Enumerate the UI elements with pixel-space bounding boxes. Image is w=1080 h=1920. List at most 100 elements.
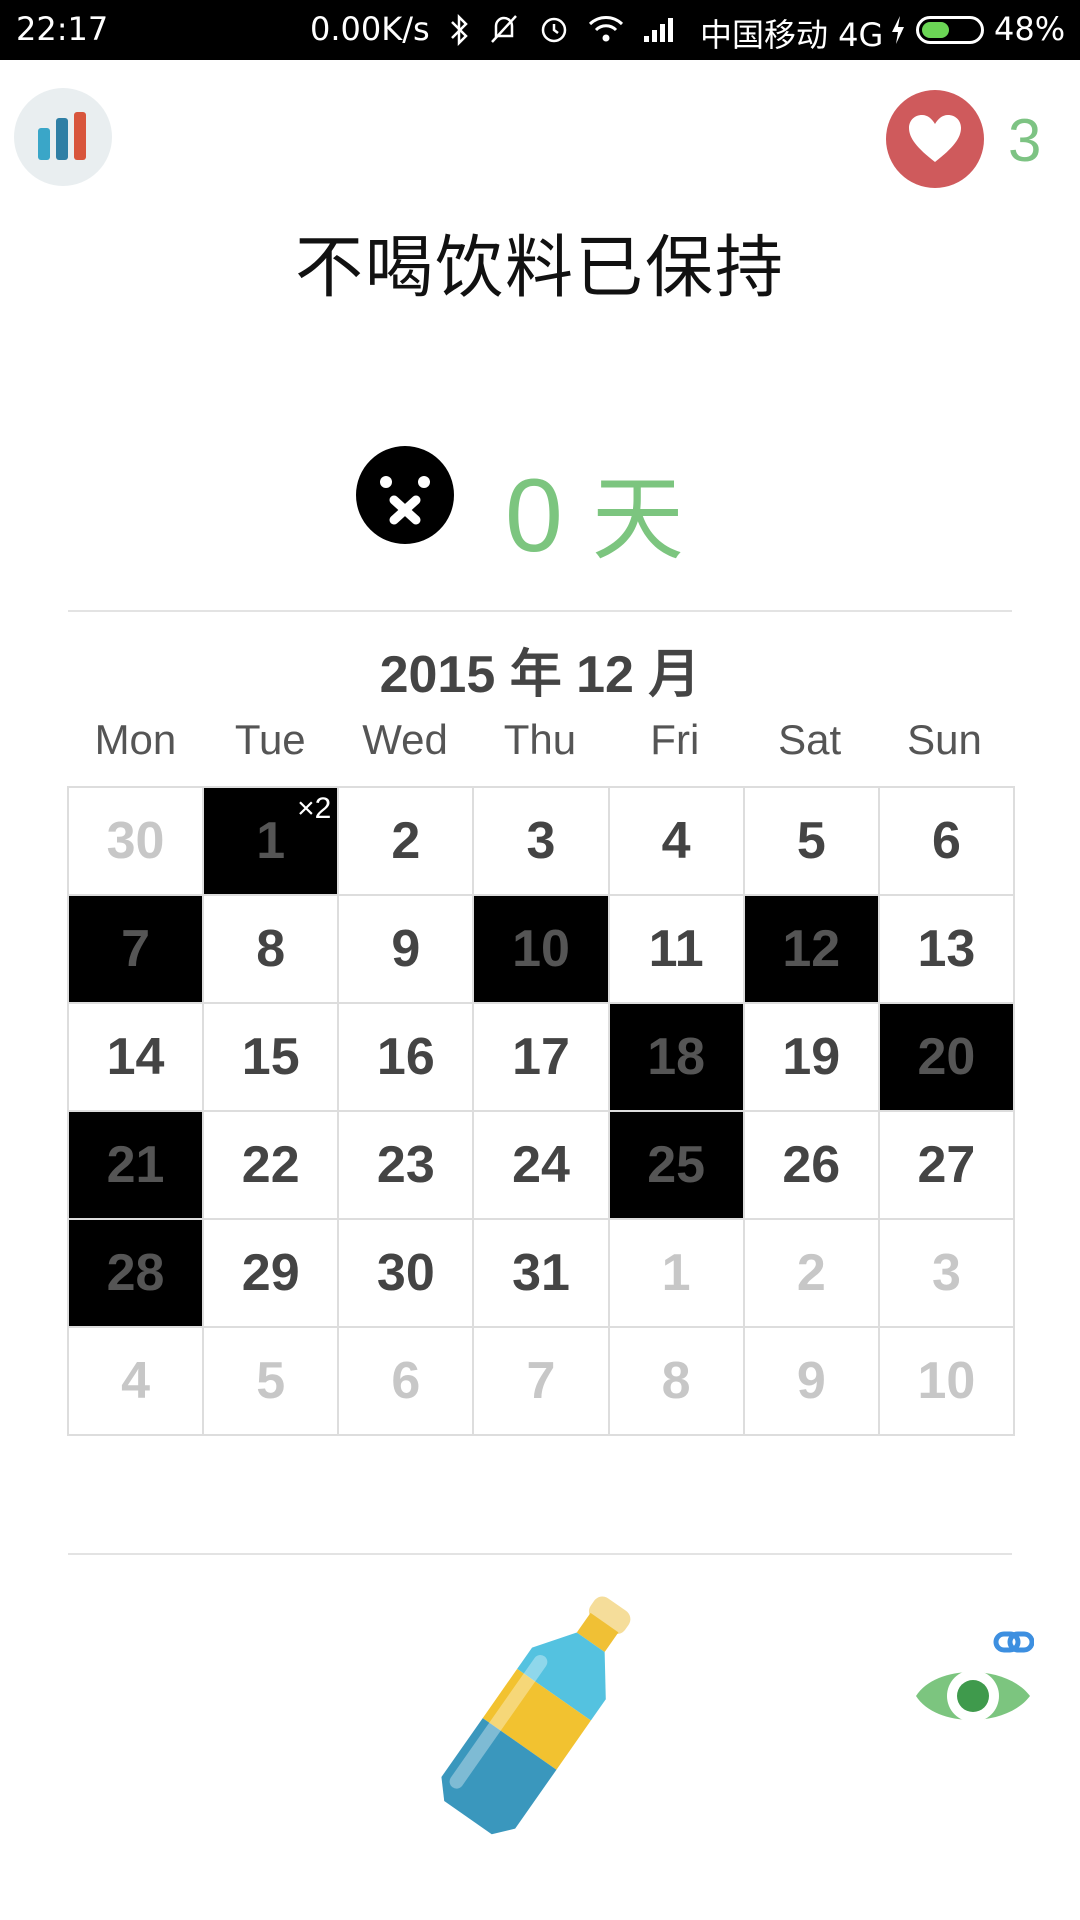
weekday-label: Wed — [362, 716, 448, 763]
weekday-label: Mon — [94, 716, 177, 763]
calendar-day-cell[interactable]: 4 — [69, 1328, 205, 1436]
day-number: 14 — [106, 1028, 165, 1086]
day-number: 4 — [661, 812, 691, 870]
battery-level — [922, 22, 949, 38]
day-number: 1 — [256, 812, 286, 870]
calendar-day-cell[interactable]: 7 — [474, 1328, 610, 1436]
day-number: 22 — [241, 1136, 300, 1194]
calendar-day-cell[interactable]: 13 — [879, 896, 1015, 1004]
calendar-day-cell[interactable]: 6 — [879, 788, 1015, 896]
weekday-label: Tue — [234, 716, 306, 763]
day-number: 27 — [917, 1136, 976, 1194]
day-number: 30 — [106, 812, 165, 870]
day-multiplier-badge: ×2 — [297, 792, 332, 825]
day-number: 1 — [661, 1244, 691, 1302]
day-number: 20 — [917, 1028, 976, 1086]
streak-counter: 0 天 — [505, 445, 684, 578]
calendar-day-cell[interactable]: 30 — [339, 1220, 475, 1328]
day-number: 5 — [796, 812, 826, 870]
streak-value: 0 — [505, 458, 563, 574]
calendar-day-cell[interactable]: 10 — [879, 1328, 1015, 1436]
mute-face-icon[interactable] — [354, 444, 456, 546]
day-number: 7 — [121, 920, 151, 978]
charging-icon — [892, 16, 904, 44]
day-number: 30 — [376, 1244, 435, 1302]
calendar-day-cell[interactable]: 8 — [609, 1328, 745, 1436]
day-number: 15 — [241, 1028, 300, 1086]
calendar-day-cell[interactable]: 5 — [204, 1328, 340, 1436]
calendar-day-cell[interactable]: 2 — [744, 1220, 880, 1328]
eye-link-icon[interactable] — [914, 1628, 1034, 1738]
weekday-label: Sat — [778, 716, 842, 763]
day-number: 7 — [526, 1352, 556, 1410]
day-number: 17 — [512, 1028, 570, 1086]
calendar-grid: 30 1 ×2 2 3 4 5 6 7 8 9 10 11 12 13 14 15 16 17 18 19 20 21 22 2… — [67, 786, 1015, 1436]
calendar-day-cell[interactable]: 16 — [339, 1004, 475, 1112]
calendar-day-cell[interactable]: 10 — [474, 896, 610, 1004]
calendar-day-cell[interactable]: 11 — [609, 896, 745, 1004]
calendar-day-cell[interactable]: 15 — [204, 1004, 340, 1112]
calendar-day-cell[interactable]: 26 — [744, 1112, 880, 1220]
calendar-day-cell[interactable]: 7 — [69, 896, 205, 1004]
calendar-day-cell[interactable]: 18 — [609, 1004, 745, 1112]
calendar-day-cell[interactable]: 3 — [474, 788, 610, 896]
calendar-day-cell[interactable]: 8 — [204, 896, 340, 1004]
alarm-icon — [541, 17, 567, 43]
signal-icon — [644, 18, 673, 42]
calendar-day-cell[interactable]: 17 — [474, 1004, 610, 1112]
like-button[interactable] — [886, 90, 984, 188]
calendar-day-cell[interactable]: 5 — [744, 788, 880, 896]
calendar-day-cell[interactable]: 21 — [69, 1112, 205, 1220]
day-number: 24 — [512, 1136, 570, 1194]
status-carrier: 中国移动 4G — [700, 16, 884, 54]
day-number: 6 — [931, 812, 961, 870]
page-title: 不喝饮料已保持 — [294, 229, 785, 308]
day-number: 12 — [782, 920, 841, 978]
calendar-day-cell[interactable]: 1 ×2 — [204, 788, 340, 896]
calendar-day-cell[interactable]: 12 — [744, 896, 880, 1004]
calendar-day-cell[interactable]: 25 — [609, 1112, 745, 1220]
bottom-divider — [68, 1553, 1012, 1555]
bar-chart-icon — [38, 112, 86, 160]
calendar-day-cell[interactable]: 29 — [204, 1220, 340, 1328]
like-count: 3 — [1008, 107, 1042, 174]
soda-bottle-icon[interactable] — [420, 1578, 660, 1848]
calendar-day-cell[interactable]: 9 — [744, 1328, 880, 1436]
day-number: 28 — [106, 1244, 165, 1302]
calendar-day-cell[interactable]: 27 — [879, 1112, 1015, 1220]
calendar-day-cell[interactable]: 6 — [339, 1328, 475, 1436]
calendar-day-cell[interactable]: 4 — [609, 788, 745, 896]
calendar-day-cell[interactable]: 24 — [474, 1112, 610, 1220]
calendar-day-cell[interactable]: 19 — [744, 1004, 880, 1112]
calendar-day-cell[interactable]: 22 — [204, 1112, 340, 1220]
day-number: 3 — [526, 812, 556, 870]
top-divider — [68, 610, 1012, 612]
day-number: 8 — [661, 1352, 691, 1410]
calendar-day-cell[interactable]: 30 — [69, 788, 205, 896]
day-number: 29 — [241, 1244, 300, 1302]
day-number: 10 — [512, 920, 570, 978]
day-number: 25 — [647, 1136, 706, 1194]
day-number: 9 — [391, 920, 421, 978]
day-number: 19 — [782, 1028, 841, 1086]
calendar-day-cell[interactable]: 31 — [474, 1220, 610, 1328]
calendar-day-cell[interactable]: 14 — [69, 1004, 205, 1112]
calendar-day-cell[interactable]: 3 — [879, 1220, 1015, 1328]
status-bar: 22:17 0.00K/s 中国移动 4G 48% — [0, 0, 1080, 60]
status-time: 22:17 — [16, 10, 109, 48]
day-number: 13 — [917, 920, 976, 978]
calendar-day-cell[interactable]: 2 — [339, 788, 475, 896]
calendar-day-cell[interactable]: 20 — [879, 1004, 1015, 1112]
calendar-day-cell[interactable]: 28 — [69, 1220, 205, 1328]
day-number: 2 — [391, 812, 421, 870]
day-number: 26 — [782, 1136, 841, 1194]
day-number: 18 — [647, 1028, 706, 1086]
day-number: 11 — [648, 920, 704, 978]
day-number: 9 — [796, 1352, 826, 1410]
calendar-weekday-row: Mon Tue Wed Thu Fri Sat Sun — [68, 716, 1012, 764]
calendar-day-cell[interactable]: 23 — [339, 1112, 475, 1220]
day-number: 2 — [796, 1244, 826, 1302]
calendar-day-cell[interactable]: 1 — [609, 1220, 745, 1328]
stats-button[interactable] — [14, 88, 112, 186]
calendar-day-cell[interactable]: 9 — [339, 896, 475, 1004]
